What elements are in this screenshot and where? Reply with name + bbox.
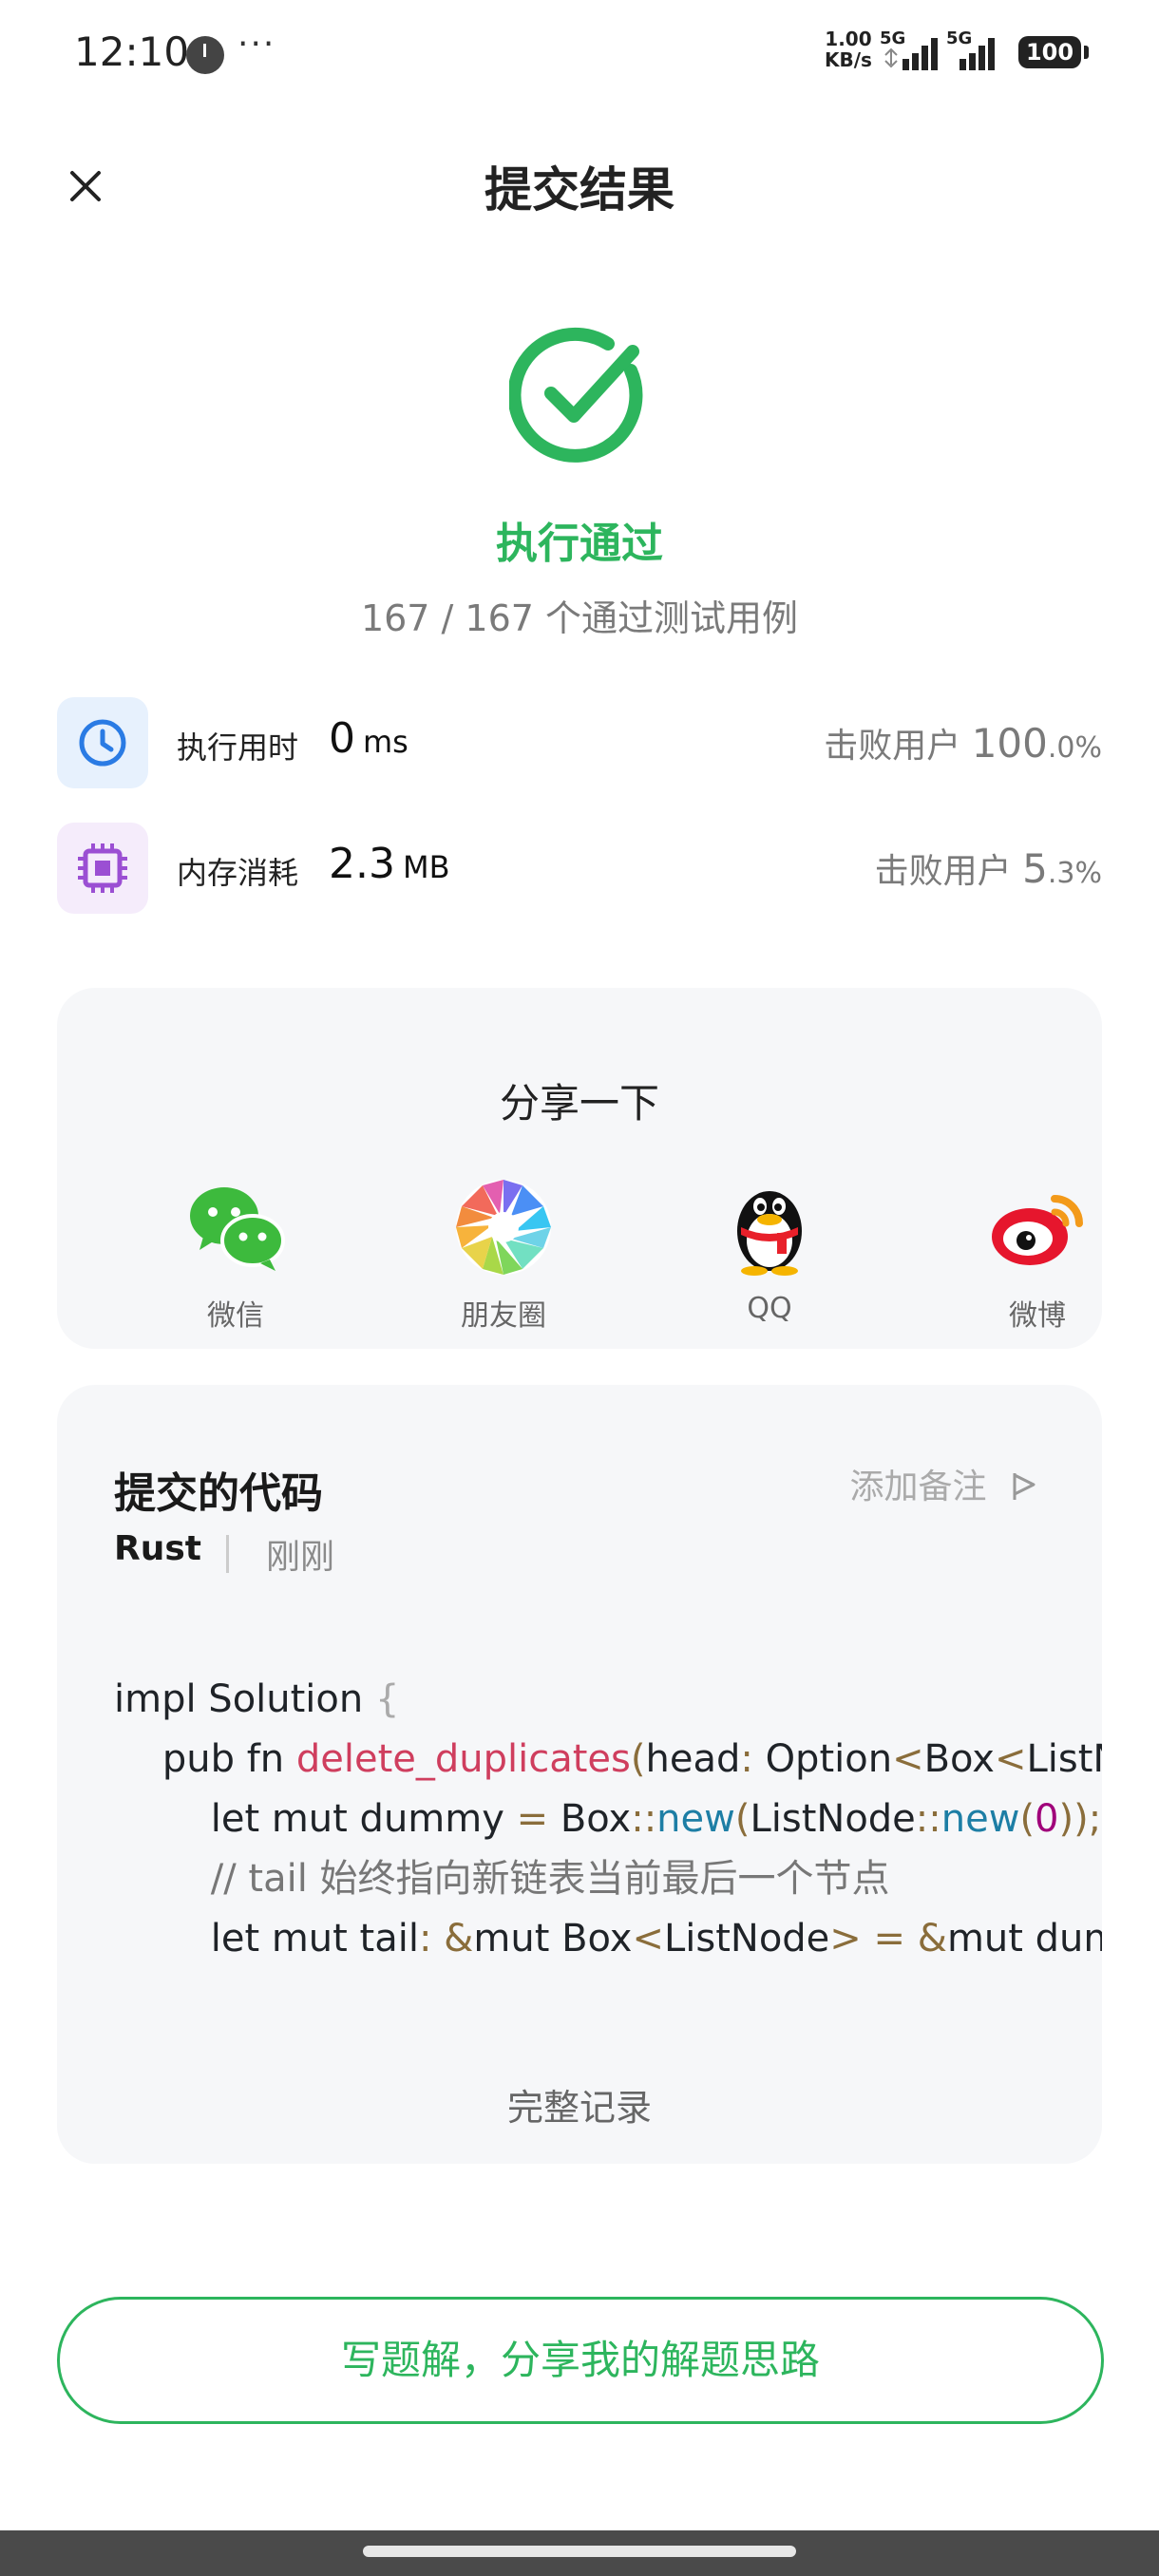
code-token: :: [631,1797,657,1841]
code-token: < [892,1737,924,1781]
code-token: )); [1058,1797,1102,1841]
moments-icon [454,1178,553,1277]
code-token: ListNode [663,1917,830,1960]
code-token: = [516,1797,560,1841]
wechat-icon [186,1178,285,1277]
code-token: let mut tail [114,1917,419,1960]
code-snippet[interactable]: impl Solution { pub fn delete_duplicates… [114,1670,1102,1969]
weibo-icon [988,1178,1087,1277]
flag-icon [1013,1473,1036,1500]
battery-icon: 100 [1018,36,1089,68]
code-line: impl Solution { [114,1670,1102,1730]
memory-label: 内存消耗 [177,855,299,891]
status-time: 12:10 [74,28,190,75]
memory-beat-label: 击败用户 [874,852,1012,891]
code-token: : & [418,1917,474,1960]
memory-value: 2.3 [329,840,395,888]
code-token: pub fn [114,1737,296,1781]
code-token: Box [923,1737,995,1781]
clock-icon [186,36,224,74]
runtime-beat-int: 100 [971,720,1048,767]
memory-value-group: 2.3 MB [329,840,450,888]
code-token: new [656,1797,735,1841]
code-line: // tail 始终指向新链表当前最后一个节点 [114,1849,1102,1909]
network-speed-unit: KB/s [825,48,872,71]
code-token: mut Box [473,1917,633,1960]
code-line: pub fn delete_duplicates(head: Option<Bo… [114,1730,1102,1790]
code-token: impl Solution [114,1677,375,1721]
add-note-label: 添加备注 [849,1468,987,1506]
add-note-button[interactable]: 添加备注 [850,1459,1039,1508]
submission-time: 刚刚 [266,1538,335,1577]
write-solution-button[interactable]: 写题解，分享我的解题思路 [57,2297,1104,2424]
code-token: delete_duplicates [295,1737,631,1781]
memory-beat-frac: .3% [1047,857,1102,890]
code-token: { [374,1677,400,1721]
testcases-passed: 167 / 167 个通过测试用例 [360,597,799,639]
network-speed: 1.00 KB/s [825,28,872,70]
code-token: ListNode [1026,1737,1102,1781]
share-qq-label: QQ [747,1292,792,1325]
runtime-beat-frac: .0% [1047,731,1102,765]
code-token: ListNode [750,1797,916,1841]
code-language: Rust [114,1529,201,1568]
code-token: Box [560,1797,632,1841]
more-notifications-icon: ··· [238,25,276,64]
code-token: ( [1019,1797,1036,1841]
code-token: // tail 始终指向新链表当前最后一个节点 [114,1857,890,1901]
divider [226,1535,229,1573]
code-token: > = & [829,1917,947,1960]
code-token: mut dummy [946,1917,1102,1960]
code-section-title: 提交的代码 [114,1469,323,1518]
code-token: ( [734,1797,750,1841]
share-card: 分享一下 微信 朋友圈 QQ 微博 [57,988,1102,1349]
code-token: < [632,1917,664,1960]
code-token: < [994,1737,1027,1781]
memory-icon [57,823,148,914]
memory-unit: MB [402,849,450,885]
full-record-button[interactable]: 完整记录 [57,2078,1102,2131]
result-status: 执行通过 [496,520,663,568]
code-token: Option [765,1737,893,1781]
share-wechat-label: 微信 [207,1299,264,1333]
share-qq-button[interactable]: QQ [684,1178,855,1325]
runtime-value-group: 0 ms [329,714,408,763]
code-token: : [740,1737,766,1781]
home-indicator[interactable] [363,2546,796,2557]
runtime-label: 执行用时 [177,729,299,766]
code-token: :: [915,1797,941,1841]
code-line: let mut dummy = Box::new(ListNode::new(0… [114,1790,1102,1849]
share-moments-label: 朋友圈 [461,1299,546,1333]
share-wechat-button[interactable]: 微信 [150,1178,321,1334]
runtime-value: 0 [329,714,355,763]
memory-beat-int: 5 [1022,845,1048,892]
runtime-beat-label: 击败用户 [824,727,961,766]
share-weibo-label: 微博 [1009,1299,1066,1333]
code-token: 0 [1035,1797,1059,1841]
code-token: ( [630,1737,646,1781]
network-speed-value: 1.00 [825,28,872,50]
share-moments-button[interactable]: 朋友圈 [418,1178,589,1334]
code-token: head [645,1737,741,1781]
page-title: 提交结果 [484,162,674,218]
runtime-icon [57,697,148,788]
success-check-icon [507,323,650,464]
memory-beat: 击败用户 5.3% [875,843,1102,893]
qq-icon [720,1178,819,1277]
code-card: 提交的代码 添加备注 Rust 刚刚 impl Solution { pub f… [57,1385,1102,2164]
share-weibo-button[interactable]: 微博 [952,1178,1123,1334]
code-line: let mut tail: &mut Box<ListNode> = &mut … [114,1909,1102,1969]
code-token: let mut dummy [114,1797,517,1841]
share-title: 分享一下 [499,1080,659,1127]
runtime-beat: 击败用户 100.0% [824,718,1102,767]
code-token: new [940,1797,1020,1841]
runtime-unit: ms [363,724,408,760]
